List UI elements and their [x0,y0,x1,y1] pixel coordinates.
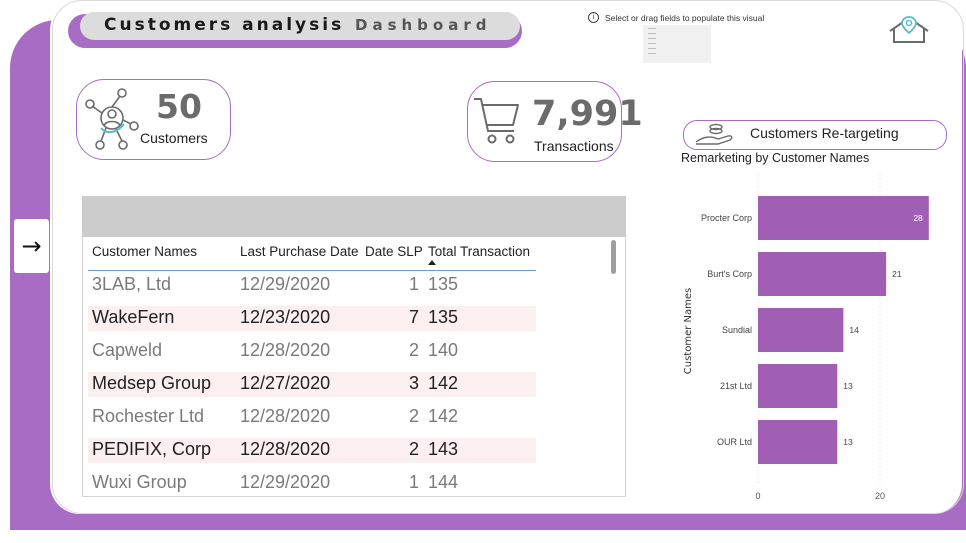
header-underline [88,270,536,271]
cell-last-purchase-date[interactable]: 12/29/2020 [240,274,330,295]
hand-coins-icon [695,123,733,145]
cell-customer-name[interactable]: Capweld [92,340,162,361]
column-header-last-purchase-date[interactable]: Last Purchase Date [240,244,359,259]
cell-customer-name[interactable]: WakeFern [92,307,174,328]
bar-procter-corp [758,196,929,240]
column-header-date-slp[interactable]: Date SLP [365,244,423,259]
bar-21st-ltd [758,364,838,408]
table-title-bar [82,196,626,237]
placeholder-line [648,53,656,54]
home-location-icon[interactable] [886,14,932,46]
cell-customer-name[interactable]: Wuxi Group [92,472,187,493]
data-label: 13 [843,437,853,447]
cell-last-purchase-date[interactable]: 12/29/2020 [240,472,330,493]
dashboard-canvas: Customers analysis Dashboard i Select or… [0,0,966,543]
x-tick-label: 0 [755,491,760,501]
nav-arrow-button[interactable]: → [14,219,49,273]
customers-kpi-value: 50 [156,87,202,126]
cell-customer-name[interactable]: PEDIFIX, Corp [92,439,211,460]
placeholder-line [648,38,656,39]
cell-date-slp[interactable]: 2 [389,340,419,361]
table-scrollbar-thumb[interactable] [611,240,616,274]
cell-customer-name[interactable]: Medsep Group [92,373,211,394]
bar-our-ltd [758,420,838,464]
retargeting-label: Customers Re-targeting [750,125,899,141]
placeholder-line [648,33,656,34]
page-subtitle: Dashboard [355,16,492,34]
cell-customer-name[interactable]: 3LAB, Ltd [92,274,171,295]
cell-total-transaction[interactable]: 142 [428,406,458,427]
info-icon: i [588,12,599,23]
cell-total-transaction[interactable]: 144 [428,472,458,493]
category-label: Sundial [722,325,752,335]
cell-date-slp[interactable]: 7 [389,307,419,328]
data-label: 21 [892,269,902,279]
cell-date-slp[interactable]: 2 [389,439,419,460]
sort-ascending-icon [428,260,436,265]
remarketing-bar-chart: 0 20 Customer Names Procter Corp 28 Burt's Co… [683,174,929,501]
placeholder-tip: Select or drag fields to populate this v… [605,13,765,23]
cell-last-purchase-date[interactable]: 12/27/2020 [240,373,330,394]
cell-date-slp[interactable]: 1 [389,472,419,493]
bar-sundial [758,308,844,352]
y-axis-label: Customer Names [683,288,694,374]
data-label: 14 [849,325,859,335]
empty-visual-placeholder[interactable] [643,25,711,63]
column-header-customer-names[interactable]: Customer Names [92,244,197,259]
cell-last-purchase-date[interactable]: 12/28/2020 [240,340,330,361]
cell-total-transaction[interactable]: 140 [428,340,458,361]
cell-date-slp[interactable]: 2 [389,406,419,427]
cell-last-purchase-date[interactable]: 12/28/2020 [240,439,330,460]
network-people-icon [85,88,139,150]
cell-total-transaction[interactable]: 135 [428,274,458,295]
chart-title: Remarketing by Customer Names [681,151,870,165]
category-label: 21st Ltd [720,381,752,391]
placeholder-line [648,43,656,44]
data-label: 13 [843,381,853,391]
category-label: Procter Corp [701,213,752,223]
customers-kpi-label: Customers [140,130,208,146]
shopping-cart-icon [474,98,519,144]
category-label: Burt's Corp [707,269,752,279]
cell-total-transaction[interactable]: 142 [428,373,458,394]
cell-total-transaction[interactable]: 135 [428,307,458,328]
cell-date-slp[interactable]: 1 [389,274,419,295]
cell-last-purchase-date[interactable]: 12/23/2020 [240,307,330,328]
category-label: OUR Ltd [717,437,752,447]
transactions-kpi-value: 7,991 [532,94,643,134]
cell-total-transaction[interactable]: 143 [428,439,458,460]
cell-last-purchase-date[interactable]: 12/28/2020 [240,406,330,427]
cell-date-slp[interactable]: 3 [389,373,419,394]
data-label: 28 [913,213,923,223]
transactions-kpi-label: Transactions [534,138,614,154]
page-title: Customers analysis [104,15,345,35]
table-scrollbar[interactable] [610,240,616,490]
column-header-total-transaction[interactable]: Total Transaction [428,244,530,259]
cell-customer-name[interactable]: Rochester Ltd [92,406,204,427]
placeholder-line [648,48,656,49]
x-tick-label: 20 [875,491,885,501]
arrow-right-icon: → [21,232,42,260]
placeholder-line [648,28,656,29]
bar-burt-s-corp [758,252,887,296]
